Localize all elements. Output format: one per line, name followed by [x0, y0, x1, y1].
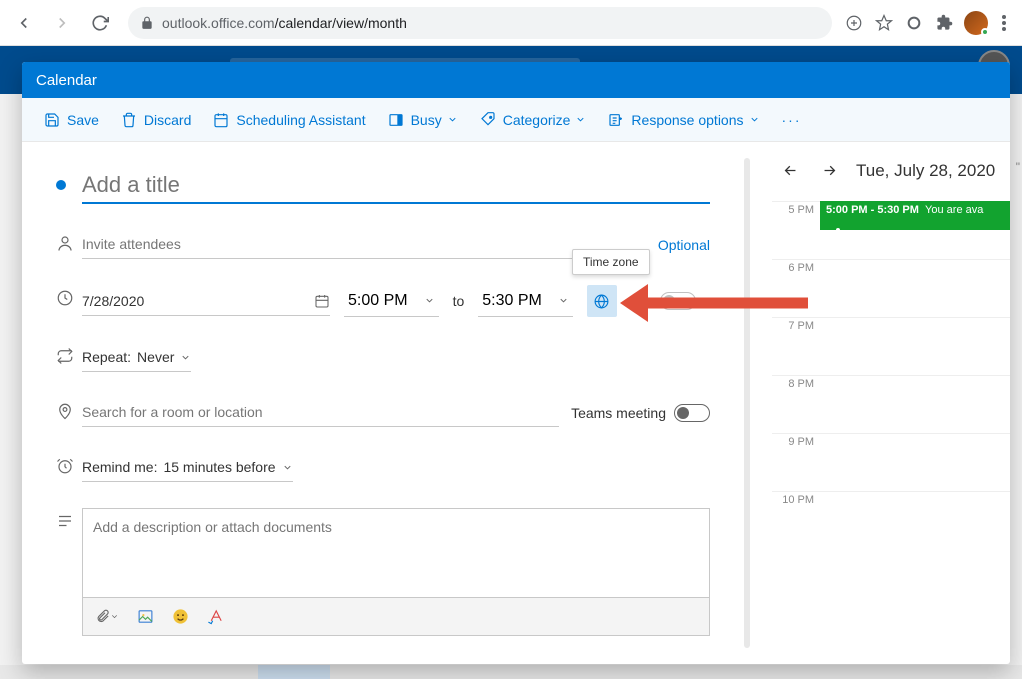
- chevron-down-icon: [180, 352, 191, 363]
- optional-attendees-link[interactable]: Optional: [658, 237, 710, 253]
- browser-forward-button[interactable]: [46, 7, 78, 39]
- bottom-tab-highlight: [258, 665, 330, 679]
- all-day-label: All: [631, 293, 647, 309]
- timezone-tooltip: Time zone: [572, 249, 650, 275]
- hour-label: 10 PM: [772, 492, 820, 549]
- bottom-strip: [0, 665, 1022, 679]
- add-to-icon[interactable]: [844, 13, 864, 33]
- browser-back-button[interactable]: [8, 7, 40, 39]
- event-modal: Calendar Save Discard Scheduling Assista…: [22, 62, 1010, 664]
- save-button[interactable]: Save: [34, 106, 109, 134]
- attach-file-button[interactable]: [95, 609, 119, 624]
- busy-dropdown[interactable]: Busy: [378, 106, 468, 134]
- extensions-icon[interactable]: [934, 13, 954, 33]
- teams-meeting-label: Teams meeting: [571, 405, 666, 421]
- description-input[interactable]: [83, 509, 709, 579]
- attendees-input[interactable]: [82, 230, 642, 259]
- browser-chrome: outlook.office.com/calendar/view/month: [0, 0, 1022, 46]
- day-preview-panel: Tue, July 28, 2020 5 PM 6 PM 7 PM 8 PM 9…: [756, 142, 1010, 664]
- preview-date: Tue, July 28, 2020: [856, 161, 995, 181]
- chevron-down-icon: [282, 462, 293, 473]
- to-label: to: [453, 293, 465, 309]
- browser-menu-button[interactable]: [998, 11, 1010, 35]
- reminder-icon: [56, 453, 82, 475]
- chevron-down-icon: [558, 295, 569, 306]
- chevron-down-icon: [424, 295, 435, 306]
- start-time-picker[interactable]: 5:00 PM: [344, 286, 439, 317]
- hour-label: 8 PM: [772, 376, 820, 433]
- browser-reload-button[interactable]: [84, 7, 116, 39]
- description-icon: [56, 508, 82, 530]
- next-day-button[interactable]: [817, 158, 842, 183]
- title-input[interactable]: [82, 168, 710, 204]
- attendees-icon: [56, 230, 82, 252]
- url-path: /calendar/view/month: [275, 15, 407, 31]
- location-icon: [56, 398, 82, 420]
- toolbar-more-button[interactable]: ···: [772, 106, 812, 134]
- formatting-button[interactable]: [207, 608, 224, 625]
- timezone-button[interactable]: [587, 285, 617, 317]
- panel-divider: [744, 158, 750, 648]
- modal-header: Calendar: [22, 62, 1010, 98]
- circle-icon[interactable]: [904, 13, 924, 33]
- hour-label: 9 PM: [772, 434, 820, 491]
- description-toolbar: [82, 598, 710, 636]
- insert-emoji-button[interactable]: [172, 608, 189, 625]
- url-host: outlook.office.com: [162, 15, 275, 31]
- globe-icon: [593, 293, 610, 310]
- teams-meeting-toggle[interactable]: [674, 404, 710, 422]
- calendar-icon: [314, 293, 330, 309]
- discard-button[interactable]: Discard: [111, 106, 201, 134]
- event-form: Optional 7/28/2020 5:00 PM t: [22, 142, 738, 664]
- profile-avatar[interactable]: [964, 11, 988, 35]
- chrome-actions: [844, 11, 1014, 35]
- reminder-dropdown[interactable]: Remind me: 15 minutes before: [82, 453, 293, 482]
- clock-icon: [56, 285, 82, 307]
- scheduling-assistant-button[interactable]: Scheduling Assistant: [203, 106, 375, 134]
- location-input[interactable]: [82, 398, 559, 427]
- time-grid[interactable]: 5 PM 6 PM 7 PM 8 PM 9 PM 10 PM 5:00 PM -…: [772, 201, 1010, 549]
- end-time-picker[interactable]: 5:30 PM: [478, 286, 573, 317]
- event-block[interactable]: 5:00 PM - 5:30 PM You are ava: [820, 201, 1010, 230]
- stray-text: ": [1016, 160, 1020, 174]
- hour-label: 6 PM: [772, 260, 820, 317]
- response-options-dropdown[interactable]: Response options: [598, 106, 769, 134]
- hour-label: 5 PM: [772, 202, 820, 259]
- hour-label: 7 PM: [772, 318, 820, 375]
- repeat-dropdown[interactable]: Repeat: Never: [82, 343, 191, 372]
- date-picker[interactable]: 7/28/2020: [82, 287, 330, 316]
- star-icon[interactable]: [874, 13, 894, 33]
- repeat-icon: [56, 343, 82, 365]
- modal-toolbar: Save Discard Scheduling Assistant Busy C…: [22, 98, 1010, 142]
- lock-icon: [140, 16, 154, 30]
- categorize-dropdown[interactable]: Categorize: [470, 106, 597, 134]
- insert-image-button[interactable]: [137, 608, 154, 625]
- event-resize-handle[interactable]: [834, 226, 842, 230]
- all-day-toggle[interactable]: [660, 292, 696, 310]
- modal-title: Calendar: [36, 72, 97, 89]
- prev-day-button[interactable]: [778, 158, 803, 183]
- event-color-bullet[interactable]: [56, 180, 66, 190]
- address-bar[interactable]: outlook.office.com/calendar/view/month: [128, 7, 832, 39]
